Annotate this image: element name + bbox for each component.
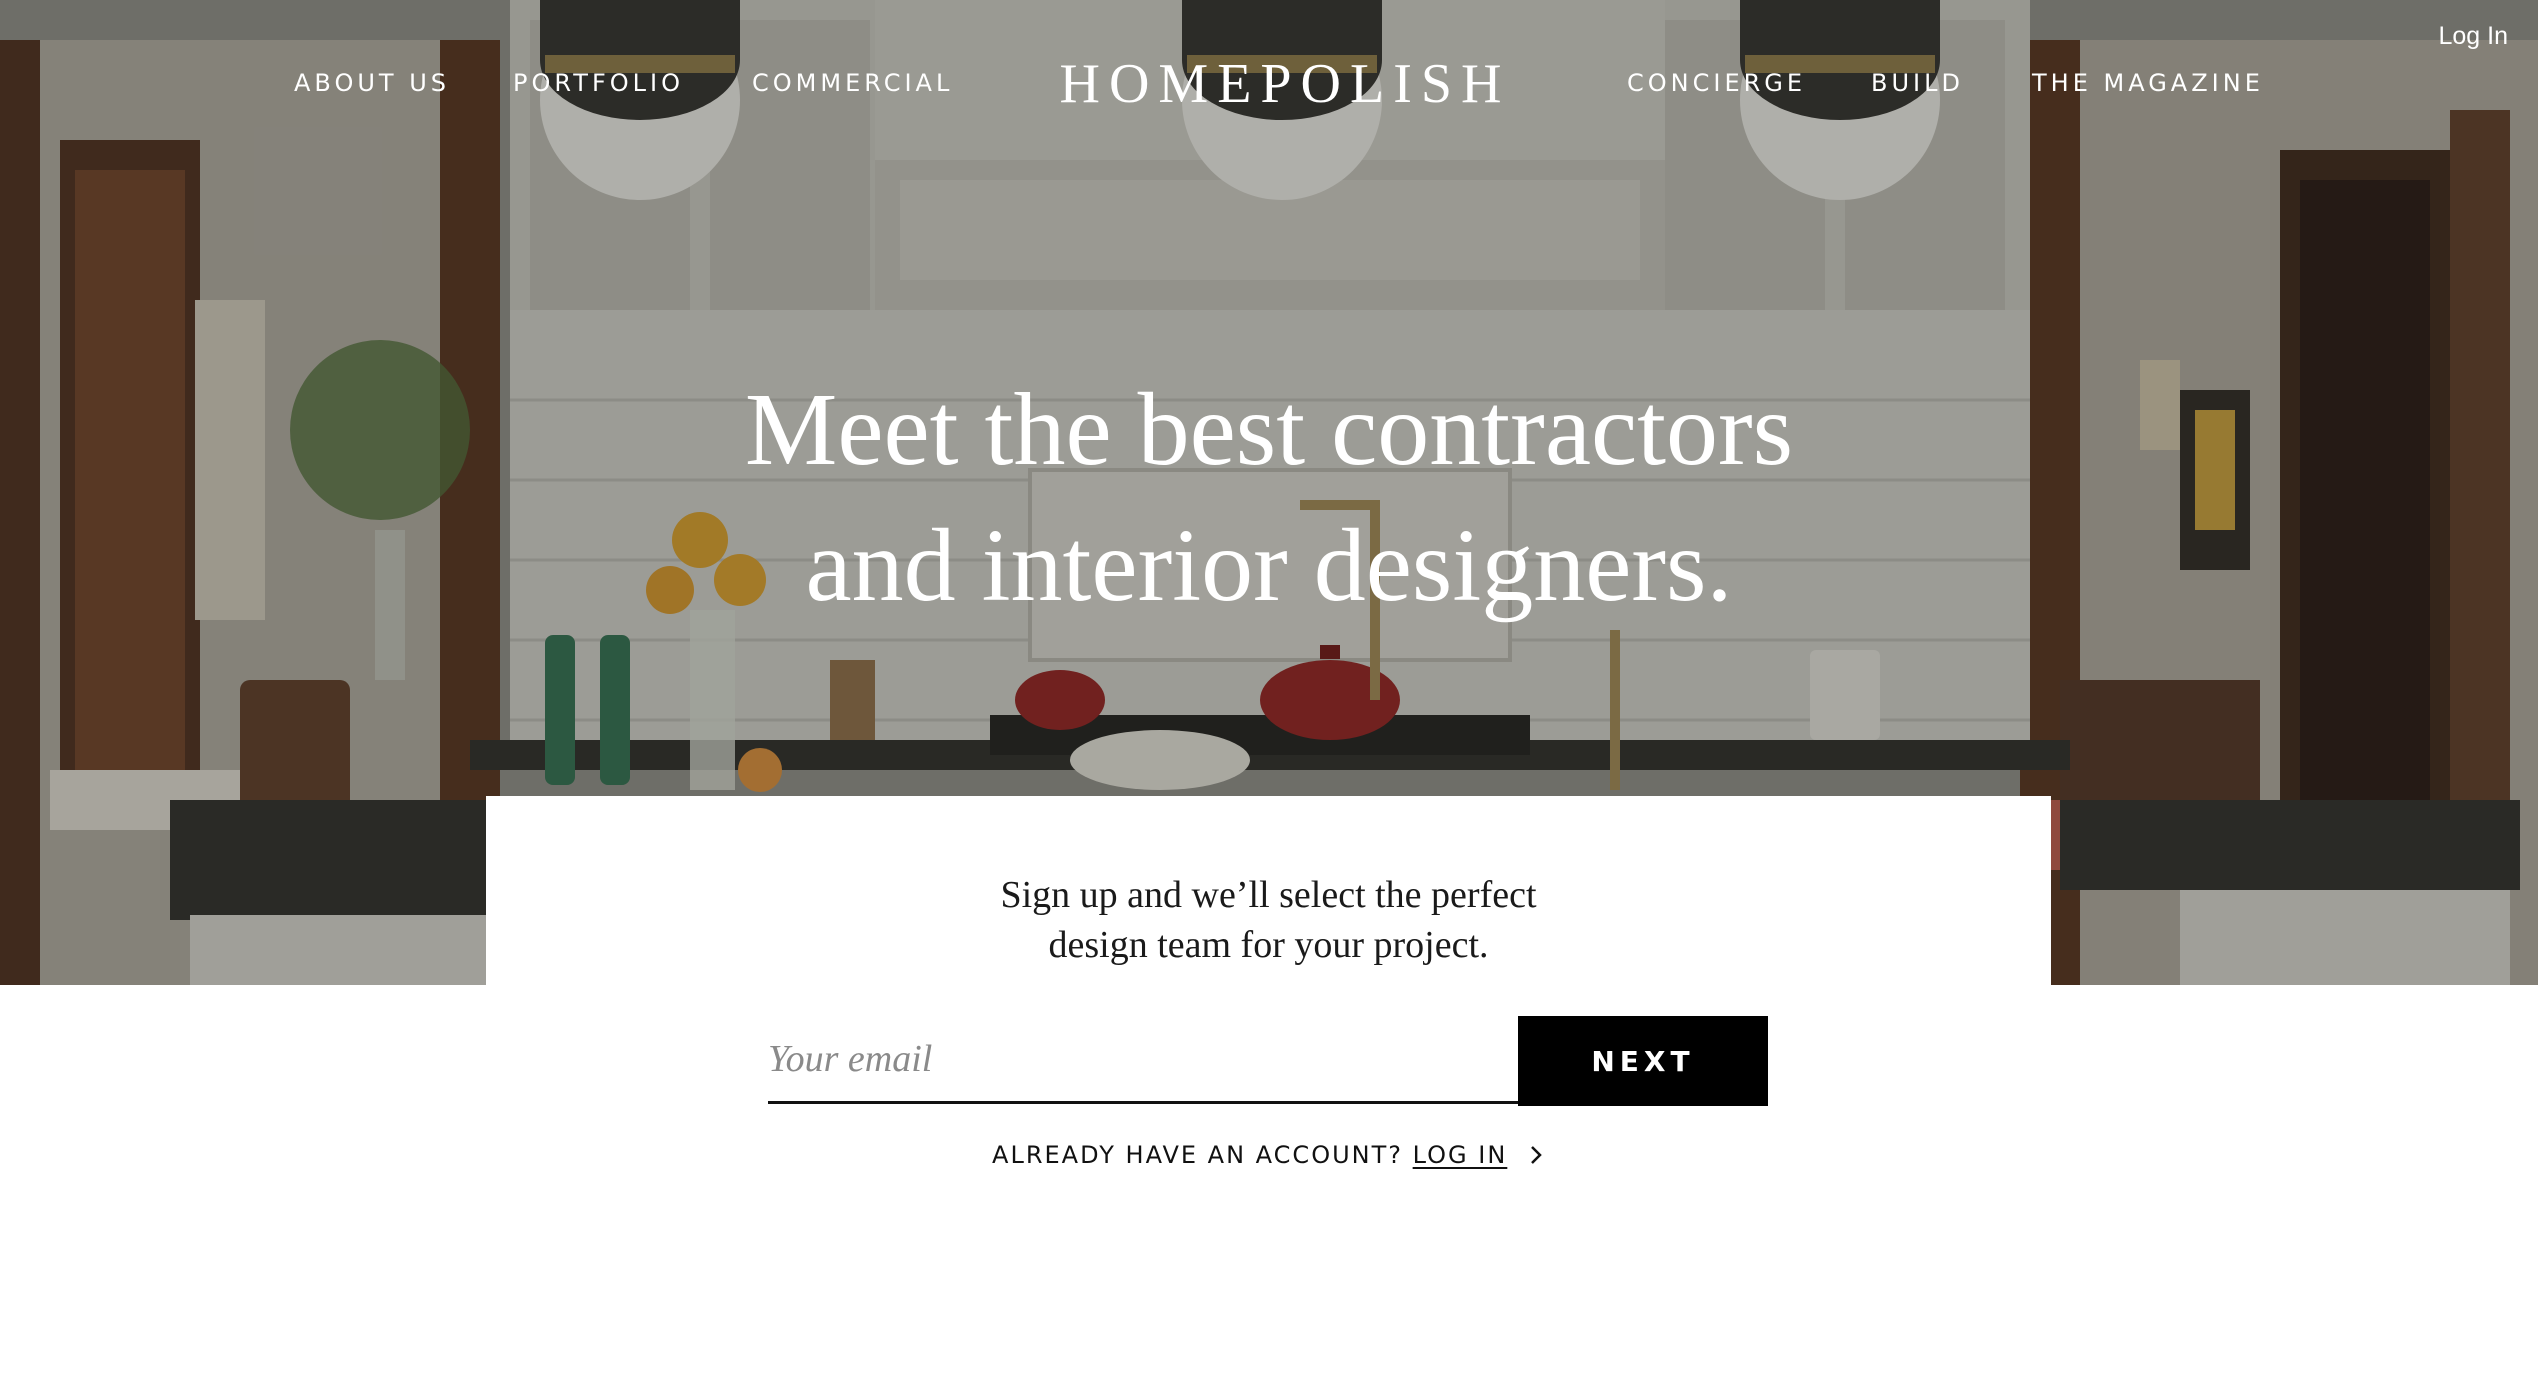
nav-commercial[interactable]: COMMERCIAL — [752, 69, 953, 97]
signup-description-line-2: design team for your project. — [1048, 924, 1489, 966]
nav-concierge[interactable]: CONCIERGE — [1627, 69, 1806, 97]
hero-headline: Meet the best contractors and interior d… — [569, 362, 1969, 634]
account-prompt-text: ALREADY HAVE AN ACCOUNT? — [992, 1141, 1403, 1169]
hero-headline-line-1: Meet the best contractors — [744, 372, 1794, 487]
nav-the-magazine[interactable]: THE MAGAZINE — [2032, 69, 2264, 97]
signup-description-line-1: Sign up and we’ll select the perfect — [1000, 874, 1537, 916]
next-button[interactable]: NEXT — [1518, 1016, 1768, 1106]
site-logo[interactable]: HOMEPOLISH — [1056, 52, 1514, 116]
hero-headline-line-2: and interior designers. — [805, 508, 1733, 623]
account-login-link[interactable]: LOG IN — [1413, 1141, 1508, 1169]
nav-build[interactable]: BUILD — [1871, 69, 1964, 97]
nav-about-us[interactable]: ABOUT US — [294, 69, 450, 97]
account-login-prompt: ALREADY HAVE AN ACCOUNT? LOG IN — [486, 1141, 2051, 1169]
signup-description: Sign up and we’ll select the perfect des… — [486, 870, 2051, 970]
chevron-right-icon[interactable] — [1527, 1145, 1545, 1165]
header-login-link[interactable]: Log In — [2438, 22, 2508, 51]
email-input[interactable] — [768, 1016, 1518, 1104]
nav-portfolio[interactable]: PORTFOLIO — [513, 69, 684, 97]
signup-card: Sign up and we’ll select the perfect des… — [486, 796, 2051, 1216]
